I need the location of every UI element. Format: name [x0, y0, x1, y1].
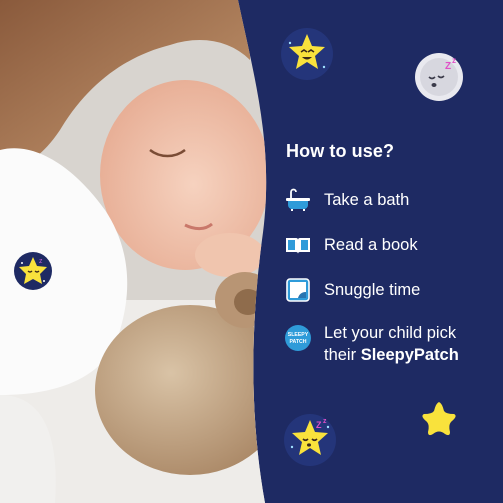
svg-text:z: z [39, 258, 43, 265]
yellow-star [422, 402, 456, 436]
svg-text:z: z [323, 418, 327, 425]
bathtub-icon [284, 186, 312, 214]
svg-text:Z: Z [445, 61, 451, 72]
step-pick-sleepypatch: SLEEPY PATCH Let your child pick their S… [284, 322, 459, 366]
step-text: Let your child pick their SleepyPatch [324, 322, 459, 366]
svg-text:Z: Z [316, 420, 322, 430]
blanket-icon [284, 276, 312, 304]
sleeping-moon-sticker: Z z [415, 53, 463, 101]
step-label: Read a book [324, 235, 418, 254]
star-patch-on-sleeve: z [14, 252, 52, 290]
svg-text:SLEEPY: SLEEPY [288, 332, 309, 338]
step-line-1: Let your child pick [324, 324, 457, 342]
step-take-a-bath: Take a bath [284, 186, 409, 214]
how-to-use-title: How to use? [286, 141, 395, 161]
step-label: Take a bath [324, 190, 410, 209]
step-label: Snuggle time [324, 280, 421, 299]
step-read-a-book: Read a book [284, 231, 418, 259]
sleepypatch-logo-icon: SLEEPY PATCH [284, 324, 312, 352]
brand-name: SleepyPatch [360, 346, 459, 364]
sleeping-star-sticker: Z z [284, 414, 336, 466]
smiling-star-sticker [281, 28, 333, 80]
svg-text:PATCH: PATCH [289, 339, 306, 345]
step-line-2-prefix: their [324, 346, 361, 364]
open-book-icon [284, 231, 312, 259]
svg-text:z: z [452, 56, 456, 65]
step-snuggle-time: Snuggle time [284, 276, 420, 304]
